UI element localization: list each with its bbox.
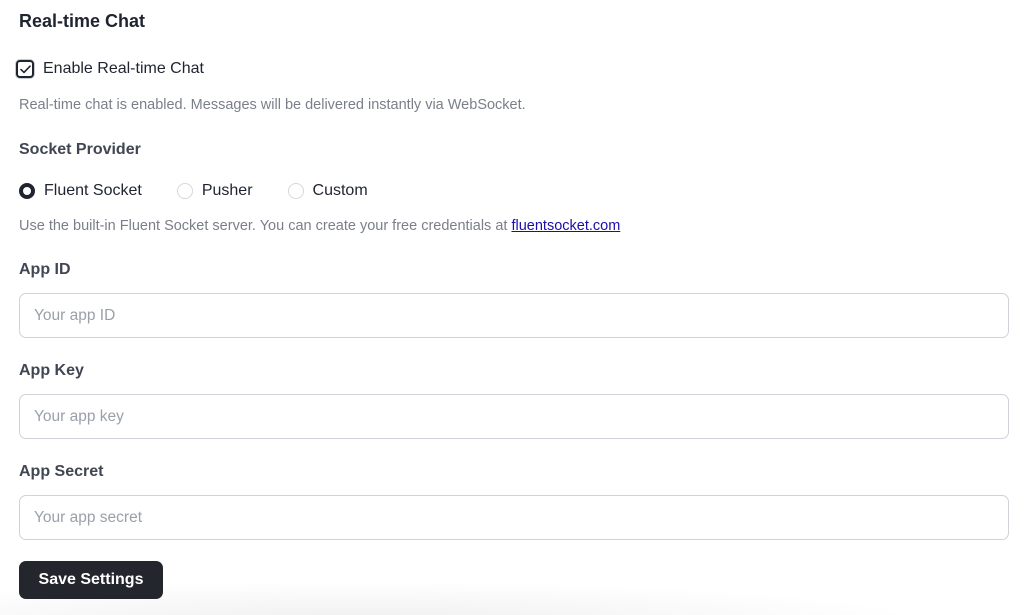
radio-option-pusher[interactable]: Pusher [176, 182, 253, 200]
app-key-label: App Key [19, 362, 84, 379]
checkmark-icon [19, 64, 31, 73]
radio-custom[interactable] [287, 183, 304, 199]
radio-label-fluent-socket: Fluent Socket [44, 182, 142, 199]
app-id-input[interactable] [19, 293, 1009, 338]
radio-pusher[interactable] [176, 183, 193, 199]
enable-chat-help-text: Real-time chat is enabled. Messages will… [19, 97, 526, 113]
radio-option-custom[interactable]: Custom [287, 182, 368, 200]
fluentsocket-link[interactable]: fluentsocket.com [511, 218, 620, 234]
save-settings-button[interactable]: Save Settings [19, 561, 163, 599]
settings-panel: Real-time Chat Enable Real-time Chat Rea… [0, 0, 1024, 615]
radio-label-pusher: Pusher [201, 182, 253, 199]
app-id-label: App ID [19, 261, 71, 278]
radio-fluent-socket[interactable] [19, 183, 35, 199]
socket-provider-label: Socket Provider [19, 141, 141, 158]
app-secret-label: App Secret [19, 463, 104, 480]
radio-option-fluent-socket[interactable]: Fluent Socket [19, 182, 142, 200]
socket-provider-radio-group: Fluent Socket Pusher Custom [19, 182, 403, 200]
radio-label-custom: Custom [312, 182, 368, 199]
section-title: Real-time Chat [19, 11, 146, 31]
app-key-input[interactable] [19, 394, 1009, 439]
socket-provider-help-text: Use the built-in Fluent Socket server. Y… [19, 218, 508, 234]
enable-chat-checkbox-row[interactable]: Enable Real-time Chat [16, 60, 204, 78]
enable-chat-label: Enable Real-time Chat [43, 60, 204, 77]
app-secret-input[interactable] [19, 495, 1009, 540]
socket-provider-help: Use the built-in Fluent Socket server. Y… [19, 218, 620, 234]
enable-chat-checkbox[interactable] [16, 60, 34, 78]
